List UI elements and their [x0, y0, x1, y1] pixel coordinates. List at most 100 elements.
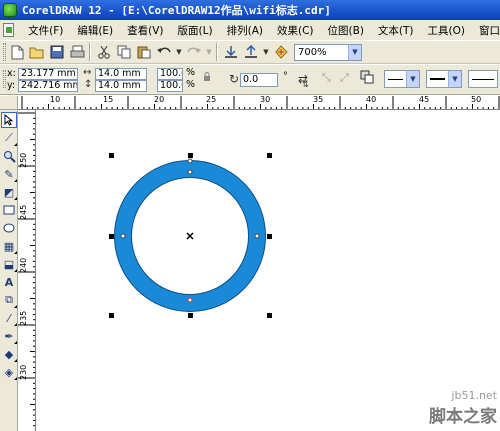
ruler-label: 30	[260, 96, 271, 104]
launcher-icon[interactable]	[272, 43, 290, 61]
end-arrowhead-combo[interactable]	[468, 70, 498, 88]
polygon-tool-icon[interactable]: ▦	[1, 238, 17, 254]
width-field[interactable]: 14.0 mm	[95, 68, 147, 80]
selection-handle[interactable]	[188, 313, 193, 318]
copy-icon[interactable]	[115, 43, 133, 61]
zoom-level-combo[interactable]: 700% ▼	[294, 43, 362, 61]
scale-x-field[interactable]: 100.0	[157, 68, 183, 80]
drawing-page	[109, 153, 272, 318]
menu-text[interactable]: 文本(T)	[378, 23, 414, 38]
mirror-vertical-icon[interactable]: ⇅	[302, 80, 309, 89]
ring-node[interactable]	[187, 158, 193, 164]
selection-handle[interactable]	[267, 153, 272, 158]
selection-handle[interactable]	[109, 234, 114, 239]
shape-tool-icon[interactable]: ⟋	[1, 130, 17, 146]
line-sample	[472, 78, 494, 80]
wrap-text-icon[interactable]	[360, 70, 374, 87]
rotation-angle-field[interactable]: 0.0	[240, 73, 278, 87]
line-sample	[388, 78, 403, 80]
outline-tool-icon[interactable]: ✒	[1, 328, 17, 344]
rectangle-tool-icon[interactable]	[1, 202, 17, 218]
ring-node[interactable]	[254, 233, 260, 239]
eyedropper-tool-icon[interactable]: ⁄	[1, 310, 17, 326]
title-bar: CorelDRAW 12 - [E:\CorelDRAW12作品\wifi标志.…	[0, 0, 500, 20]
ruler-label: 10	[50, 96, 61, 104]
pick-tool-icon[interactable]	[1, 112, 17, 128]
outline-style-combo[interactable]: ▼	[426, 70, 462, 88]
convert-curve-icon[interactable]: ⤡	[322, 71, 331, 85]
export-icon[interactable]	[242, 43, 260, 61]
scale-y-field[interactable]: 100.0	[157, 80, 183, 92]
propertybar-grip[interactable]	[3, 70, 6, 88]
smart-fill-tool-icon[interactable]: ◩	[1, 184, 17, 200]
menu-layout[interactable]: 版面(L)	[178, 23, 213, 38]
cut-icon[interactable]	[95, 43, 113, 61]
start-arrowhead-combo[interactable]: ▼	[384, 70, 420, 88]
toolbar-separator	[216, 43, 217, 61]
ruler-label: 15	[103, 96, 114, 104]
paste-icon[interactable]	[135, 43, 153, 61]
new-icon[interactable]	[8, 43, 26, 61]
fill-tool-icon[interactable]: ◆	[1, 346, 17, 362]
ruler-label: 230	[19, 364, 28, 380]
zoom-level-value: 700%	[298, 46, 327, 58]
basic-shapes-tool-icon[interactable]: ⬓	[1, 256, 17, 272]
menu-window[interactable]: 窗口	[479, 23, 500, 38]
drawing-canvas[interactable]: jb51.net 脚本之家	[37, 111, 500, 431]
menu-file[interactable]: 文件(F)	[28, 23, 63, 38]
dropdown-arrow-icon[interactable]: ▼	[205, 43, 213, 61]
height-icon: ↕	[84, 79, 93, 90]
ruler-origin-corner[interactable]	[0, 96, 18, 110]
percent-label: %	[186, 79, 196, 90]
zoom-tool-icon[interactable]	[1, 148, 17, 164]
dropdown-arrow-icon[interactable]: ▼	[448, 71, 461, 87]
ruler-label: 40	[366, 96, 377, 104]
ellipse-tool-icon[interactable]	[1, 220, 17, 236]
selection-handle[interactable]	[109, 153, 114, 158]
menu-view[interactable]: 查看(V)	[127, 23, 163, 38]
rotation-center-marker[interactable]	[186, 232, 194, 240]
dropdown-arrow-icon[interactable]: ▼	[175, 43, 183, 61]
zoom-dropdown-icon[interactable]: ▼	[348, 44, 361, 60]
vertical-ruler[interactable]: 250 245 240 235 230	[18, 110, 36, 431]
coreldraw-app-icon[interactable]	[3, 3, 17, 17]
x-position-field[interactable]: 23.177 mm	[18, 68, 78, 80]
horizontal-ruler[interactable]: 10 15 20 25 30 35 40 45 50	[18, 96, 500, 110]
interactive-fill-tool-icon[interactable]: ◈	[1, 364, 17, 380]
freehand-tool-icon[interactable]: ✎	[1, 166, 17, 182]
ruler-label: 25	[206, 96, 217, 104]
line-sample	[430, 78, 445, 80]
height-field[interactable]: 14.0 mm	[95, 80, 147, 92]
y-position-field[interactable]: 242.716 mm	[18, 80, 78, 92]
ruler-label: 50	[471, 96, 482, 104]
undo-icon[interactable]	[155, 43, 173, 61]
document-icon[interactable]	[3, 23, 15, 37]
import-icon[interactable]	[222, 43, 240, 61]
ring-node[interactable]	[187, 169, 193, 175]
selection-handle[interactable]	[267, 313, 272, 318]
ring-node[interactable]	[187, 297, 193, 303]
menu-bitmaps[interactable]: 位图(B)	[328, 23, 364, 38]
save-icon[interactable]	[48, 43, 66, 61]
menu-edit[interactable]: 编辑(E)	[77, 23, 113, 38]
node-edit-icon[interactable]: ⤢	[340, 71, 349, 85]
lock-ratio-icon[interactable]	[203, 72, 211, 85]
selection-handle[interactable]	[188, 153, 193, 158]
selection-handle[interactable]	[109, 313, 114, 318]
menu-tools[interactable]: 工具(O)	[428, 23, 465, 38]
y-label: y:	[7, 80, 16, 91]
ruler-label: 45	[419, 96, 430, 104]
selection-handle[interactable]	[267, 234, 272, 239]
open-icon[interactable]	[28, 43, 46, 61]
menu-arrange[interactable]: 排列(A)	[227, 23, 263, 38]
dropdown-arrow-icon[interactable]: ▼	[406, 71, 419, 87]
redo-icon[interactable]	[185, 43, 203, 61]
dropdown-arrow-icon[interactable]: ▼	[262, 43, 270, 61]
menu-effects[interactable]: 效果(C)	[277, 23, 314, 38]
toolbar-grip[interactable]	[3, 43, 6, 61]
ring-node[interactable]	[120, 233, 126, 239]
interactive-blend-tool-icon[interactable]: ⧉	[1, 292, 17, 308]
text-tool-icon[interactable]: A	[1, 274, 17, 290]
ruler-label: 35	[313, 96, 324, 104]
print-icon[interactable]	[68, 43, 86, 61]
